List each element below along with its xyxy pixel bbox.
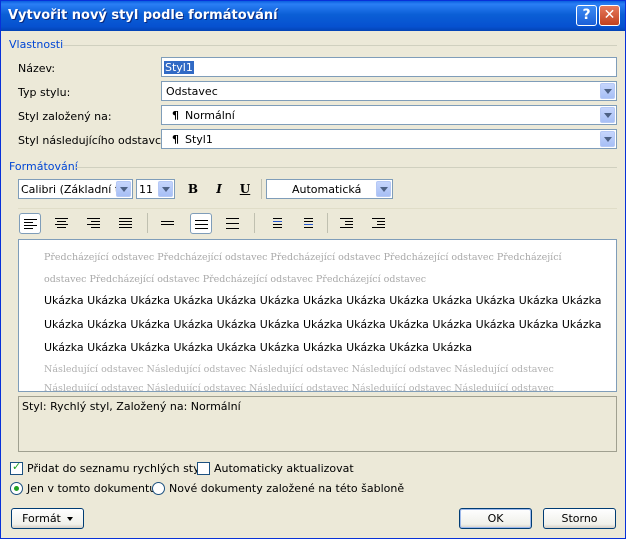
format-button-label: Formát (22, 512, 61, 525)
paragraph-icon: ¶ (172, 109, 179, 122)
style-description-text: Styl: Rychlý styl, Založený na: Normální (22, 400, 241, 413)
chevron-down-icon[interactable] (376, 181, 391, 197)
next-style-label: Styl následujícího odstavce: (18, 134, 172, 147)
increase-indent-button[interactable] (367, 213, 389, 234)
preview-sample-text: Ukázka Ukázka Ukázka Ukázka Ukázka Ukázk… (44, 341, 473, 354)
decrease-indent-button[interactable] (335, 213, 357, 234)
align-right-button[interactable] (83, 213, 105, 234)
italic-icon: I (216, 182, 222, 196)
new-documents-label[interactable]: Nové dokumenty založené na této šabloně (169, 482, 404, 495)
justify-button[interactable] (115, 213, 137, 234)
title-bar[interactable]: Vytvořit nový styl podle formátování ? ✕ (1, 1, 625, 31)
toolbar-separator (147, 213, 148, 233)
auto-update-label[interactable]: Automaticky aktualizovat (214, 462, 354, 475)
close-button[interactable]: ✕ (599, 5, 620, 26)
chevron-down-icon[interactable] (116, 181, 131, 197)
ok-button[interactable]: OK (459, 508, 532, 529)
increase-paragraph-spacing-button[interactable] (266, 213, 288, 234)
toolbar-separator (327, 213, 328, 233)
decrease-paragraph-spacing-button[interactable] (297, 213, 319, 234)
preview-previous-paragraph: Předcházející odstavec Předcházející ods… (44, 252, 562, 263)
font-size-select[interactable]: 11 (136, 179, 175, 199)
style-type-select[interactable]: Odstavec (161, 81, 617, 101)
underline-icon: U (239, 182, 251, 196)
single-spacing-icon (161, 221, 174, 227)
increase-spacing-icon (273, 218, 286, 230)
properties-divider (63, 45, 617, 46)
one-half-spacing-icon (195, 220, 208, 231)
cancel-button-label: Storno (561, 512, 598, 525)
help-button[interactable]: ? (576, 5, 597, 26)
next-style-select[interactable]: ¶ Styl1 (161, 129, 617, 149)
preview-previous-paragraph: odstavec Předcházející odstavec Předcház… (44, 274, 427, 285)
chevron-down-icon[interactable] (158, 181, 173, 197)
preview-sample-text: Ukázka Ukázka Ukázka Ukázka Ukázka Ukázk… (44, 294, 602, 307)
this-document-radio[interactable] (10, 482, 23, 495)
toolbar-divider (18, 208, 617, 209)
double-spacing-button[interactable] (222, 213, 244, 234)
paragraph-icon: ¶ (172, 133, 179, 146)
name-value: Styl1 (164, 61, 194, 74)
help-icon: ? (582, 7, 591, 23)
one-half-spacing-button[interactable] (190, 213, 212, 234)
create-style-dialog: Vytvořit nový styl podle formátování ? ✕… (0, 0, 626, 539)
font-select[interactable]: Calibri (Základní tex (18, 179, 133, 199)
align-center-button[interactable] (51, 213, 73, 234)
bold-button[interactable]: B (182, 179, 204, 199)
toolbar-separator (261, 179, 262, 199)
chevron-down-icon[interactable] (600, 107, 615, 123)
increase-indent-icon (372, 218, 385, 230)
name-label: Název: (18, 62, 56, 75)
style-type-value: Odstavec (166, 85, 218, 98)
preview-sample-text: Ukázka Ukázka Ukázka Ukázka Ukázka Ukázk… (44, 318, 602, 331)
align-center-icon (55, 218, 68, 230)
style-type-label: Typ stylu: (18, 86, 71, 99)
add-quick-styles-checkbox[interactable] (10, 460, 23, 475)
next-style-value: Styl1 (185, 133, 213, 146)
justify-icon (119, 218, 132, 230)
underline-button[interactable]: U (234, 179, 256, 199)
new-documents-radio[interactable] (152, 482, 165, 495)
double-spacing-icon (226, 218, 239, 231)
based-on-select[interactable]: ¶ Normální (161, 105, 617, 125)
formatting-divider (75, 167, 617, 168)
name-input[interactable]: Styl1 (161, 57, 617, 77)
font-value: Calibri (Základní tex (21, 183, 117, 196)
dialog-title: Vytvořit nový styl podle formátování (8, 8, 278, 23)
style-description: Styl: Rychlý styl, Založený na: Normální (18, 396, 617, 452)
font-color-value: Automatická (292, 183, 362, 196)
chevron-down-icon[interactable] (600, 83, 615, 99)
close-icon: ✕ (603, 7, 616, 23)
italic-button[interactable]: I (208, 179, 230, 199)
auto-update-checkbox[interactable] (197, 462, 210, 475)
decrease-indent-icon (340, 218, 353, 230)
style-preview: Předcházející odstavec Předcházející ods… (18, 239, 617, 392)
toolbar-separator (254, 213, 255, 233)
based-on-value: Normální (185, 109, 235, 122)
format-menu-button[interactable]: Formát (11, 508, 84, 529)
single-spacing-button[interactable] (157, 213, 179, 234)
align-right-icon (87, 218, 100, 230)
formatting-group-label: Formátování (9, 160, 78, 173)
ok-button-label: OK (487, 512, 504, 525)
this-document-label[interactable]: Jen v tomto dokumentu (27, 482, 156, 495)
font-color-select[interactable]: Automatická (266, 179, 393, 199)
align-left-button[interactable] (19, 213, 41, 234)
preview-next-paragraph: Následující odstavec Následující odstave… (44, 364, 554, 375)
bold-icon: B (187, 182, 199, 196)
add-quick-styles-label[interactable]: Přidat do seznamu rychlých stylů (27, 462, 210, 475)
chevron-down-icon (66, 517, 73, 521)
chevron-down-icon[interactable] (600, 131, 615, 147)
cancel-button[interactable]: Storno (543, 508, 616, 529)
font-size-value: 11 (139, 183, 153, 196)
properties-group-label: Vlastnosti (9, 38, 64, 51)
decrease-spacing-icon (304, 218, 317, 230)
based-on-label: Styl založený na: (18, 110, 112, 123)
preview-next-paragraph: Následující odstavec Následující odstave… (44, 383, 554, 392)
align-left-icon (24, 219, 37, 231)
